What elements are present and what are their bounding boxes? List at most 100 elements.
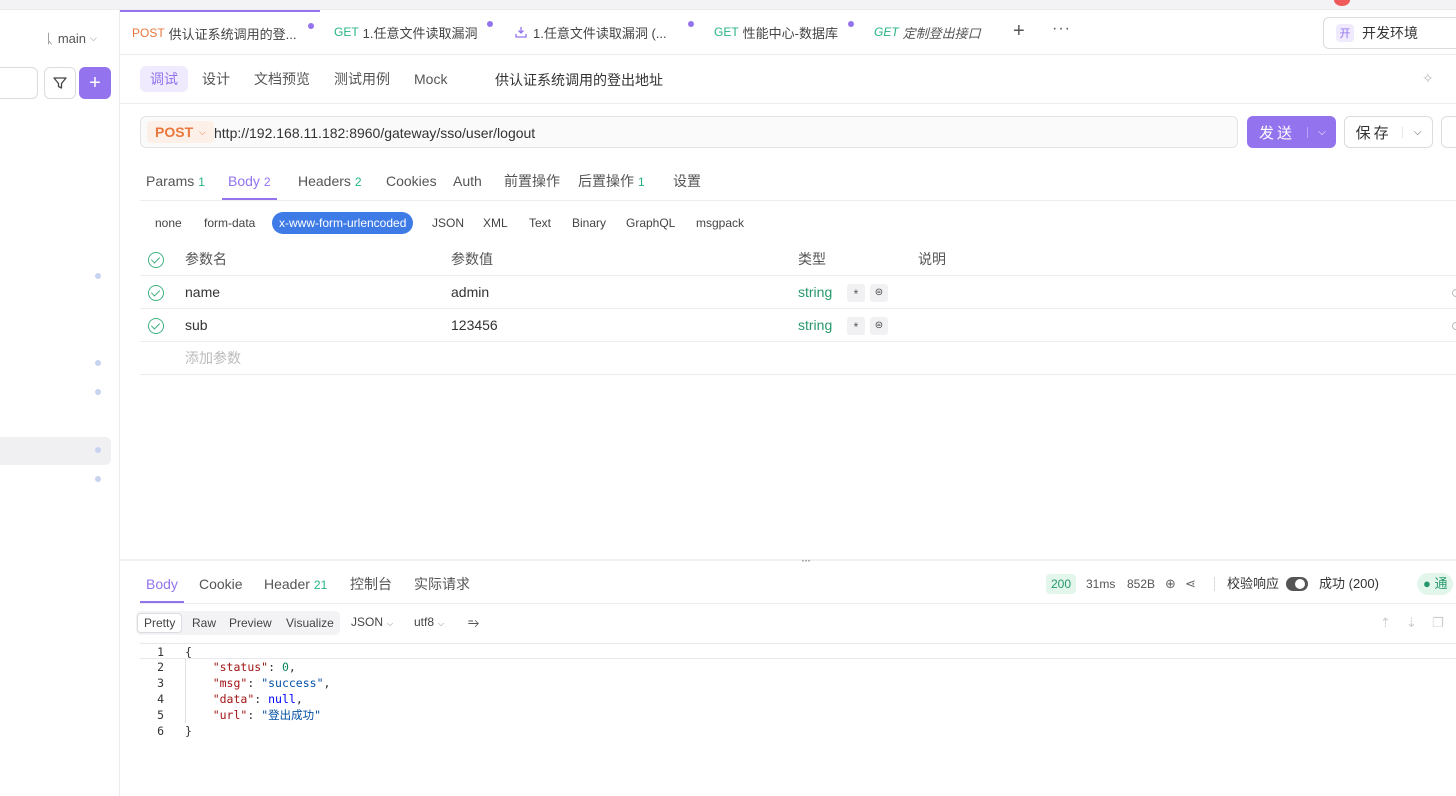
window-top-strip	[0, 0, 1456, 10]
row-action-icon[interactable]	[1452, 322, 1456, 330]
api-tab[interactable]: GET 性能中心-数据库	[702, 10, 860, 54]
param-type[interactable]: string	[798, 309, 832, 342]
body-type-none[interactable]: none	[148, 212, 189, 234]
column-header: 说明	[918, 251, 946, 267]
body-type-form-data[interactable]: form-data	[197, 212, 262, 234]
table-row: name admin string * ⊜	[140, 276, 1456, 309]
body-type-xml[interactable]: XML	[476, 212, 515, 234]
api-tab[interactable]: POST 供认证系统调用的登...	[120, 10, 320, 54]
encoding-select[interactable]: utf8 ⌵	[414, 615, 444, 629]
save-button[interactable]: 保存 ⌵	[1344, 116, 1433, 148]
tab-body[interactable]: Body 2	[222, 162, 277, 200]
body-type-text[interactable]: Text	[522, 212, 558, 234]
row-checkbox[interactable]	[148, 318, 164, 334]
tab-params[interactable]: Params 1	[140, 162, 211, 200]
sidebar-item-dot	[95, 360, 101, 366]
more-tabs-button[interactable]: ···	[1052, 20, 1071, 38]
body-type-json[interactable]: JSON	[425, 212, 471, 234]
view-visualize[interactable]: Visualize	[280, 613, 340, 633]
magic-icon[interactable]: ✧	[1422, 70, 1434, 87]
divider	[1214, 577, 1215, 591]
wrap-lines-icon[interactable]: ⥱	[468, 614, 479, 631]
send-label: 发送	[1258, 124, 1295, 142]
line-number: 3	[157, 676, 164, 690]
modified-dot	[487, 21, 493, 27]
body-type-binary[interactable]: Binary	[565, 212, 613, 234]
tab-console[interactable]: 控制台	[344, 565, 398, 603]
filter-icon	[53, 77, 67, 89]
row-checkbox[interactable]	[148, 285, 164, 301]
add-param-input[interactable]: 添加参数	[185, 342, 241, 375]
chevron-down-icon[interactable]: ⌵	[1402, 126, 1432, 138]
api-tab[interactable]: 1.任意文件读取漏洞 (...	[500, 10, 700, 54]
view-raw[interactable]: Raw	[186, 613, 222, 633]
add-button[interactable]: +	[79, 67, 111, 99]
tab-response-body[interactable]: Body	[140, 565, 184, 603]
chevron-down-icon[interactable]: ⌵	[1307, 126, 1336, 138]
environment-label: 开发环境	[1362, 25, 1418, 41]
tab-actual-request[interactable]: 实际请求	[408, 565, 476, 603]
view-preview[interactable]: Preview	[223, 613, 278, 633]
environment-selector[interactable]: 开 开发环境	[1323, 17, 1456, 49]
branch-selector[interactable]: ᚳ main ⌵	[46, 31, 97, 46]
link-icon[interactable]: ⊜	[870, 284, 888, 302]
tab-title: 1.任意文件读取漏洞	[362, 25, 478, 41]
tab-headers[interactable]: Headers 2	[292, 162, 368, 200]
more-button[interactable]	[1441, 116, 1456, 148]
validate-toggle[interactable]	[1286, 577, 1308, 591]
tab-title: 定制登出接口	[902, 25, 981, 41]
validate-result[interactable]: 成功 (200)	[1319, 565, 1379, 603]
param-name[interactable]: sub	[185, 309, 208, 342]
param-value[interactable]: 123456	[451, 309, 498, 342]
tab-label: Body	[146, 576, 178, 592]
body-type-msgpack[interactable]: msgpack	[689, 212, 751, 234]
tab-auth[interactable]: Auth	[447, 162, 488, 200]
tab-count: 2	[354, 175, 362, 189]
tab-mock[interactable]: Mock	[404, 66, 457, 92]
tab-cookies[interactable]: Cookies	[380, 162, 443, 200]
param-value[interactable]: admin	[451, 276, 489, 309]
tab-test-cases[interactable]: 测试用例	[324, 66, 400, 92]
api-tab[interactable]: GET 定制登出接口	[862, 10, 1002, 54]
link-icon[interactable]: ⊜	[870, 317, 888, 335]
filter-button[interactable]	[44, 67, 76, 99]
add-tab-button[interactable]: +	[1013, 20, 1025, 43]
response-code-viewer[interactable]: 1 { 2 "status": 0, 3 "msg": "success", 4…	[140, 643, 1456, 739]
chevron-down-icon: ⌵	[387, 619, 394, 628]
tab-doc-preview[interactable]: 文档预览	[244, 66, 320, 92]
code-line: 1 {	[140, 643, 1456, 659]
download-icon[interactable]: ⇣	[1406, 615, 1417, 631]
tab-response-cookie[interactable]: Cookie	[193, 565, 249, 603]
body-type-graphql[interactable]: GraphQL	[619, 212, 682, 234]
tab-response-header[interactable]: Header 21	[258, 565, 333, 603]
url-input[interactable]: http://192.168.11.182:8960/gateway/sso/u…	[214, 125, 535, 141]
api-name[interactable]: 供认证系统调用的登出地址	[495, 70, 663, 90]
tab-method: GET	[714, 25, 739, 39]
tab-pre-operations[interactable]: 前置操作	[498, 162, 566, 200]
share-icon[interactable]: ⋖	[1185, 576, 1196, 592]
api-tab[interactable]: GET 1.任意文件读取漏洞	[322, 10, 498, 54]
send-button[interactable]: 发送 ⌵	[1247, 116, 1336, 148]
row-action-icon[interactable]	[1452, 289, 1456, 297]
code-line: 3 "msg": "success",	[140, 675, 1456, 691]
method-select[interactable]: POST ⌵	[147, 121, 214, 143]
body-type-urlencoded[interactable]: x-www-form-urlencoded	[272, 212, 414, 234]
tab-settings[interactable]: 设置	[667, 162, 707, 200]
tab-debug[interactable]: 调试	[140, 66, 188, 92]
tab-post-operations[interactable]: 后置操作 1	[572, 162, 651, 200]
param-type[interactable]: string	[798, 276, 832, 309]
required-toggle[interactable]: *	[847, 317, 865, 335]
column-header: 参数值	[451, 251, 493, 267]
panel-splitter[interactable]	[120, 559, 1456, 561]
view-pretty[interactable]: Pretty	[137, 613, 183, 633]
required-toggle[interactable]: *	[847, 284, 865, 302]
upload-icon[interactable]: ⇡	[1380, 615, 1391, 631]
import-icon	[515, 27, 527, 38]
tab-design[interactable]: 设计	[192, 66, 240, 92]
search-input[interactable]	[0, 67, 38, 99]
select-all-checkbox[interactable]	[148, 252, 164, 268]
globe-icon[interactable]: ⊕	[1165, 576, 1176, 592]
format-select[interactable]: JSON ⌵	[351, 615, 393, 629]
param-name[interactable]: name	[185, 276, 220, 309]
copy-icon[interactable]: ❐	[1432, 615, 1444, 631]
